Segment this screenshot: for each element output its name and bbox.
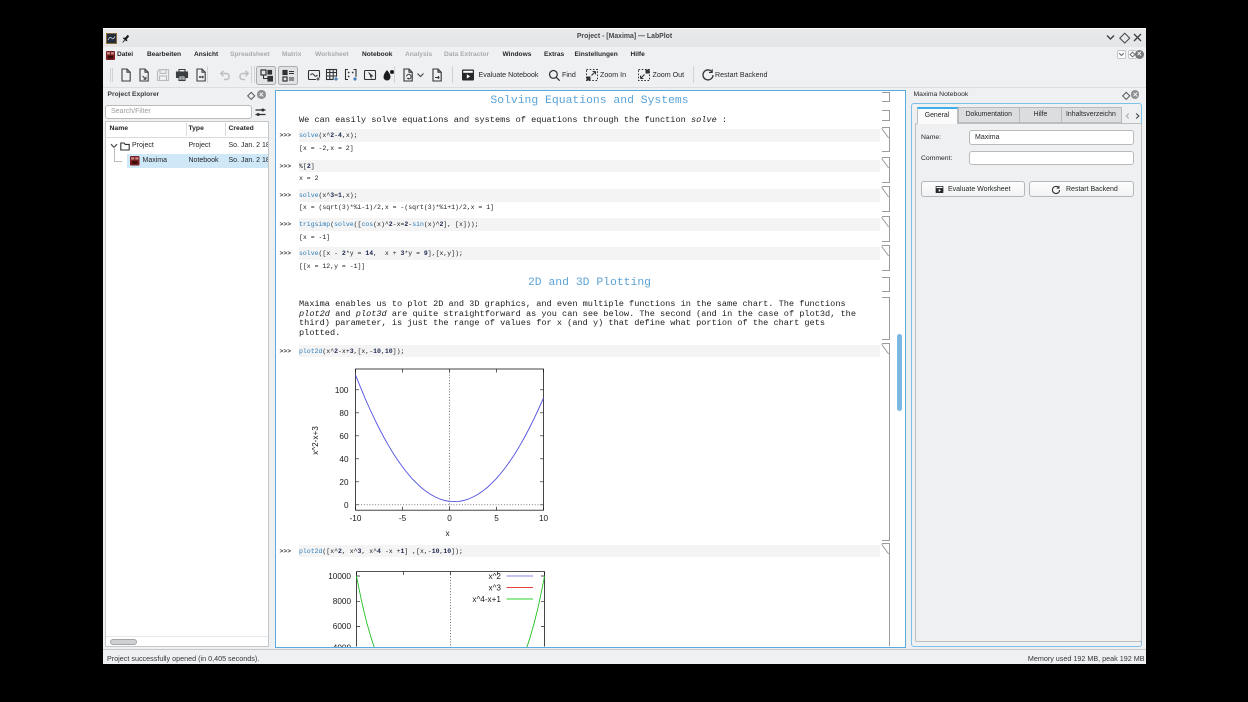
svg-text:100: 100 xyxy=(335,386,349,395)
svg-text:x: x xyxy=(445,529,449,538)
svg-text:x^2: x^2 xyxy=(489,572,502,581)
svg-text:8000: 8000 xyxy=(333,597,352,606)
svg-text:0: 0 xyxy=(344,501,349,510)
svg-text:10000: 10000 xyxy=(328,572,351,581)
svg-text:10: 10 xyxy=(539,514,549,523)
svg-text:0: 0 xyxy=(447,514,452,523)
svg-text:x^4-x+1: x^4-x+1 xyxy=(472,595,501,604)
svg-text:40: 40 xyxy=(339,455,349,464)
svg-text:x^2-x+3: x^2-x+3 xyxy=(311,426,320,455)
svg-text:20: 20 xyxy=(339,478,349,487)
svg-text:-10: -10 xyxy=(350,514,362,523)
svg-text:80: 80 xyxy=(339,409,349,418)
svg-text:6000: 6000 xyxy=(333,622,352,631)
svg-text:5: 5 xyxy=(494,514,499,523)
svg-text:x^3: x^3 xyxy=(489,583,502,592)
svg-text:-5: -5 xyxy=(399,514,407,523)
svg-text:60: 60 xyxy=(339,432,349,441)
svg-text:4000: 4000 xyxy=(333,644,352,647)
